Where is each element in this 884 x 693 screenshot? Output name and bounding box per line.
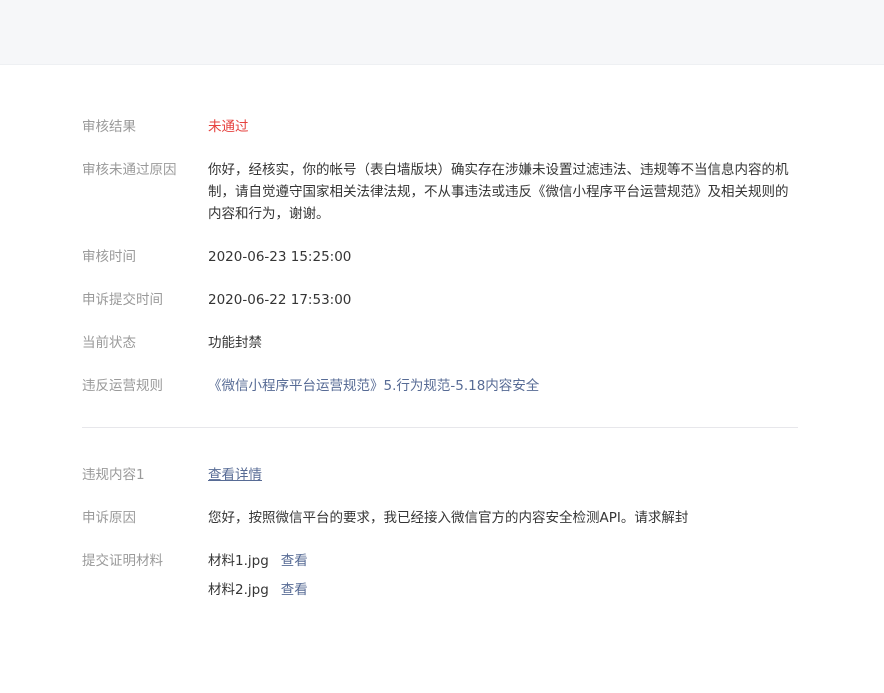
- material-file-name: 材料2.jpg: [208, 582, 269, 598]
- materials-row: 提交证明材料 材料1.jpg 查看 材料2.jpg 查看: [82, 550, 798, 608]
- rule-link[interactable]: 《微信小程序平台运营规范》5.行为规范-5.18内容安全: [208, 375, 798, 397]
- violation-content-row: 违规内容1 查看详情: [82, 464, 798, 486]
- fail-reason-label: 审核未通过原因: [82, 162, 177, 178]
- fail-reason-row: 审核未通过原因 你好，经核实，你的帐号（表白墙版块）确实存在涉嫌未设置过滤违法、…: [82, 159, 798, 225]
- material-file-name: 材料1.jpg: [208, 553, 269, 569]
- materials-label: 提交证明材料: [82, 553, 163, 569]
- review-time-label: 审核时间: [82, 249, 136, 265]
- materials-list: 材料1.jpg 查看 材料2.jpg 查看: [208, 550, 798, 608]
- status-label: 当前状态: [82, 335, 136, 351]
- material-item: 材料2.jpg 查看: [208, 579, 798, 608]
- appeal-reason-label: 申诉原因: [82, 510, 136, 526]
- section-divider: [82, 427, 798, 428]
- appeal-time-value: 2020-06-22 17:53:00: [208, 292, 352, 308]
- material-view-link[interactable]: 查看: [281, 553, 308, 569]
- rule-label: 违反运营规则: [82, 378, 163, 394]
- appeal-reason-row: 申诉原因 您好，按照微信平台的要求，我已经接入微信官方的内容安全检测API。请求…: [82, 507, 798, 529]
- fail-reason-value: 你好，经核实，你的帐号（表白墙版块）确实存在涉嫌未设置过滤违法、违规等不当信息内…: [208, 162, 789, 222]
- rule-row: 违反运营规则 《微信小程序平台运营规范》5.行为规范-5.18内容安全: [82, 375, 798, 397]
- appeal-time-label: 申诉提交时间: [82, 292, 163, 308]
- review-time-row: 审核时间 2020-06-23 15:25:00: [82, 246, 798, 268]
- status-row: 当前状态 功能封禁: [82, 332, 798, 354]
- appeal-time-row: 申诉提交时间 2020-06-22 17:53:00: [82, 289, 798, 311]
- top-bar: [0, 0, 884, 65]
- review-time-value: 2020-06-23 15:25:00: [208, 249, 352, 265]
- material-view-link[interactable]: 查看: [281, 582, 308, 598]
- appeal-reason-value: 您好，按照微信平台的要求，我已经接入微信官方的内容安全检测API。请求解封: [208, 510, 689, 526]
- status-value: 功能封禁: [208, 335, 262, 351]
- review-result-row: 审核结果 未通过: [82, 116, 798, 138]
- violation-content-label: 违规内容1: [82, 467, 145, 483]
- view-details-link[interactable]: 查看详情: [208, 467, 262, 483]
- review-result-label: 审核结果: [82, 119, 136, 135]
- review-result-value: 未通过: [208, 119, 249, 135]
- material-item: 材料1.jpg 查看: [208, 550, 798, 579]
